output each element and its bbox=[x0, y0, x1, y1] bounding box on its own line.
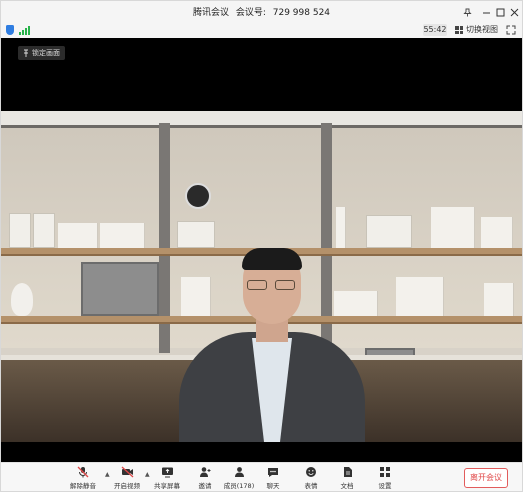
window-title: 腾讯会议 会议号: 729 998 524 bbox=[1, 5, 522, 18]
chat-label: 聊天 bbox=[266, 482, 280, 490]
grid-icon bbox=[378, 466, 392, 478]
meeting-timer: 55:42 bbox=[423, 24, 447, 36]
lock-view-label: 锁定画面 bbox=[32, 49, 60, 57]
title-bar: 腾讯会议 会议号: 729 998 524 bbox=[1, 1, 522, 23]
docs-button[interactable]: 文档 bbox=[327, 466, 367, 490]
pin-icon[interactable] bbox=[459, 4, 475, 20]
share-screen-label: 共享屏幕 bbox=[154, 482, 180, 490]
add-user-icon bbox=[198, 466, 212, 478]
lock-view-button[interactable]: 锁定画面 bbox=[18, 46, 65, 60]
share-screen-button[interactable]: 共享屏幕 bbox=[147, 466, 187, 490]
document-icon bbox=[340, 466, 354, 478]
unmute-button[interactable]: 解除静音 bbox=[63, 466, 103, 490]
start-video-button[interactable]: 开启视频 bbox=[107, 466, 147, 490]
bottom-toolbar: 解除静音 ▲ 开启视频 ▲ 共享屏幕 邀请 成员(178) 聊天 表情 文档 设… bbox=[1, 462, 522, 491]
camera-off-icon bbox=[120, 466, 134, 478]
meeting-id-label: 会议号: bbox=[235, 8, 266, 18]
shield-icon[interactable] bbox=[6, 25, 14, 35]
leave-meeting-button[interactable]: 离开会议 bbox=[464, 468, 508, 488]
network-signal-icon[interactable] bbox=[19, 26, 31, 35]
reactions-button[interactable]: 表情 bbox=[291, 466, 331, 490]
pin-lock-icon bbox=[24, 49, 28, 57]
status-bar: 55:42 切换视图 bbox=[1, 23, 522, 39]
participant-person bbox=[179, 248, 365, 442]
users-icon bbox=[232, 466, 246, 478]
mic-muted-icon bbox=[76, 466, 90, 478]
switch-view-label: 切换视图 bbox=[466, 25, 498, 34]
meeting-window: 腾讯会议 会议号: 729 998 524 55:42 切换视图 锁定画面 解除… bbox=[0, 0, 523, 492]
participant-video bbox=[1, 111, 522, 442]
docs-label: 文档 bbox=[340, 482, 354, 490]
meeting-id: 729 998 524 bbox=[272, 8, 331, 18]
fullscreen-icon[interactable] bbox=[506, 25, 516, 35]
unmute-label: 解除静音 bbox=[70, 482, 96, 490]
app-name: 腾讯会议 bbox=[192, 8, 229, 18]
switch-view-button[interactable]: 切换视图 bbox=[455, 24, 498, 36]
settings-button[interactable]: 设置 bbox=[365, 466, 405, 490]
reactions-label: 表情 bbox=[304, 482, 318, 490]
grid-view-icon bbox=[455, 26, 463, 34]
start-video-label: 开启视频 bbox=[114, 482, 140, 490]
chat-button[interactable]: 聊天 bbox=[253, 466, 293, 490]
chat-icon bbox=[266, 466, 280, 478]
video-area: 锁定画面 bbox=[1, 38, 522, 462]
smile-icon bbox=[304, 466, 318, 478]
screen-share-icon bbox=[160, 466, 174, 478]
close-icon[interactable] bbox=[506, 4, 522, 20]
settings-label: 设置 bbox=[378, 482, 392, 490]
